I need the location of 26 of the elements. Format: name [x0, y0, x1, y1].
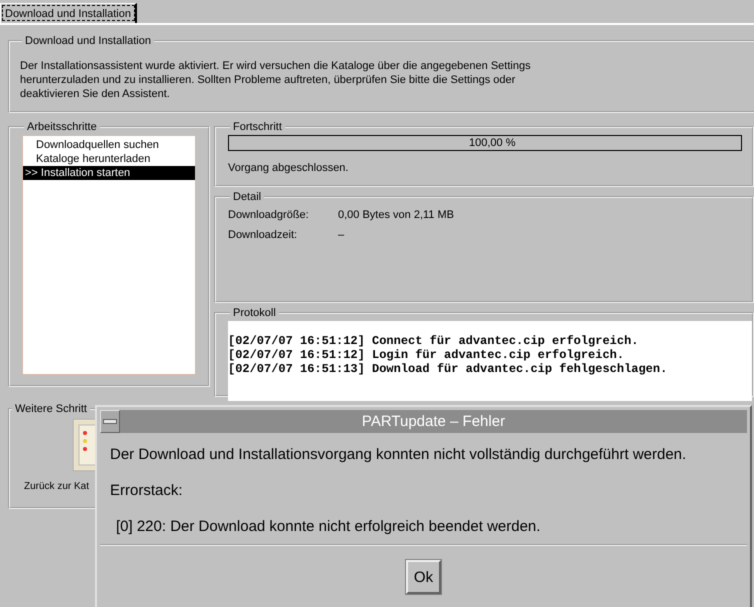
log-line: [02/07/07 16:51:12] Connect für advantec.cip erfolgreich. [228, 334, 640, 348]
errorstack-label: Errorstack: [110, 481, 184, 501]
error-message: Der Download und Installationsvorgang konnten nicht vollständig durchgeführt werden. [110, 445, 688, 465]
group-title: Protokoll [232, 307, 277, 319]
tab[interactable]: Download und Installation [0, 3, 137, 23]
detail-label: Downloadzeit: [228, 229, 298, 243]
group-title: Arbeitsschritte [26, 121, 98, 133]
group-title: Fortschritt [232, 121, 283, 133]
dialog-title: PARTupdate – Fehler [360, 413, 506, 430]
detail-value: 0,00 Bytes von 2,11 MB [338, 209, 454, 223]
description-text: Der Installationsassistent wurde aktiviert. Er wird versuchen die Kataloge über die angegebenen Settings herunterzuladen und zu installieren. Sollten Probleme auftreten, überprüfen Sie bitte die Settings oder deaktivieren Sie den Assistent. [20, 59, 532, 101]
group-title: Weitere Schritt [14, 403, 88, 415]
window-menu-button[interactable] [100, 410, 120, 433]
step-item[interactable]: Kataloge herunterladen [23, 152, 195, 166]
log-line: [02/07/07 16:51:13] Download für advantec.cip fehlgeschlagen. [228, 362, 668, 376]
detail-label: Downloadgröße: [228, 209, 310, 223]
group-title: Download und Installation [24, 35, 152, 47]
ok-button[interactable]: Ok [406, 560, 441, 594]
progress-reading: 100,00 % [469, 137, 516, 149]
step-item[interactable]: Downloadquellen suchen [23, 138, 195, 152]
group-title: Detail [232, 191, 262, 203]
errorstack-entry: [0] 220: Der Download konnte nicht erfolgreich beendet werden. [115, 517, 542, 537]
log-line: [02/07/07 16:51:12] Login für advantec.cip erfolgreich. [228, 348, 626, 362]
detail-value: – [338, 229, 344, 243]
step-item[interactable]: >> Installation starten [23, 166, 195, 180]
status-text: Vorgang abgeschlossen. [228, 162, 350, 174]
